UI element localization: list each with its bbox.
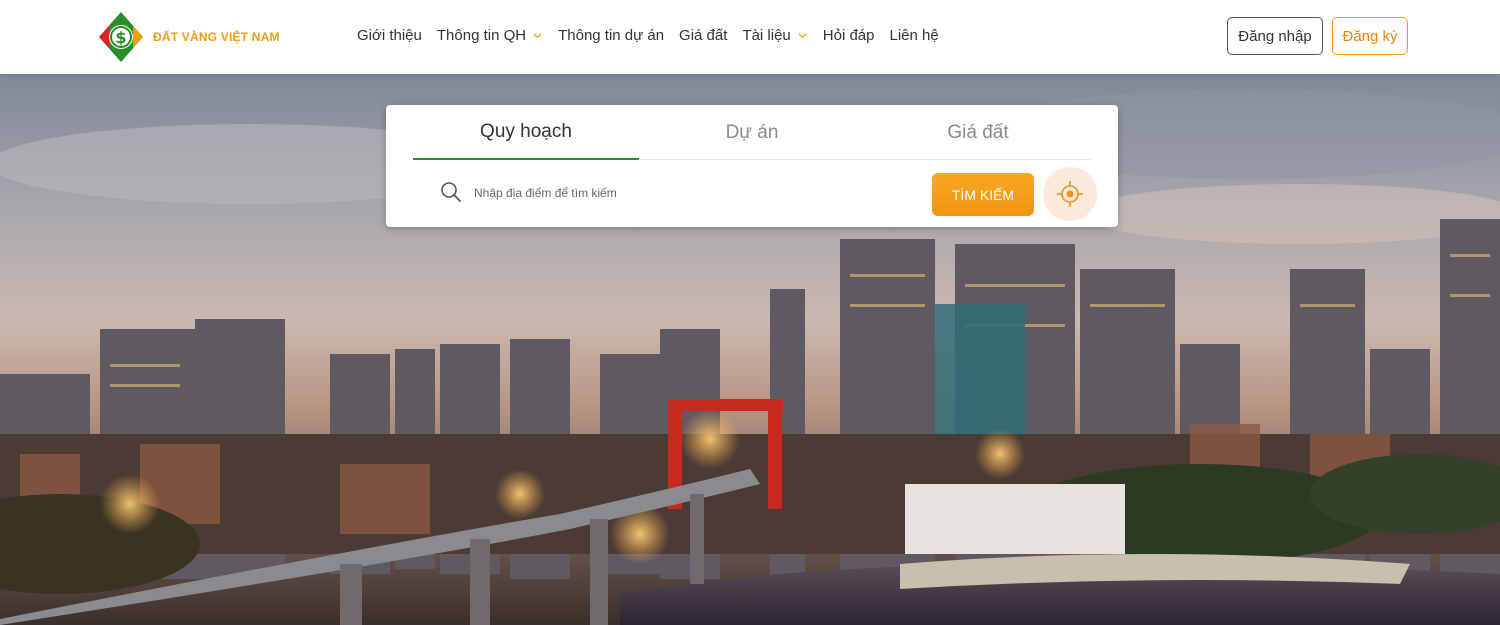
nav-item-thong-tin-qh[interactable]: Thông tin QH [437,27,543,44]
nav-item-lien-he[interactable]: Liên hệ [889,27,938,44]
chevron-down-icon [798,32,807,38]
nav-item-gia-dat[interactable]: Giá đất [679,27,727,44]
search-icon [441,182,461,202]
site-logo[interactable]: $ ĐẤT VÀNG VIỆT NAM [97,10,297,64]
search-panel: Quy hoạch Dự án Giá đất TÌM KIẾM [386,105,1118,227]
register-button[interactable]: Đăng ký [1332,17,1408,55]
search-tabs: Quy hoạch Dự án Giá đất [413,105,1091,160]
locate-button[interactable] [1043,167,1097,221]
nav-item-thong-tin-du-an[interactable]: Thông tin dự án [558,27,664,44]
main-nav: Giới thiệu Thông tin QH Thông tin dự án … [357,24,954,46]
nav-label: Liên hệ [889,26,939,44]
nav-label: Thông tin QH [436,26,527,44]
nav-label: Hỏi đáp [822,26,875,44]
tab-gia-dat[interactable]: Giá đất [865,105,1091,160]
brand-name: ĐẤT VÀNG VIỆT NAM [153,30,280,44]
nav-item-gioi-thieu[interactable]: Giới thiệu [357,27,422,44]
dollar-diamond-logo-icon: $ [97,11,145,63]
nav-label: Tài liệu [742,26,791,44]
login-button[interactable]: Đăng nhập [1227,17,1323,55]
svg-text:$: $ [115,28,126,47]
nav-label: Thông tin dự án [558,26,665,44]
site-header: $ ĐẤT VÀNG VIỆT NAM Giới thiệu Thông tin… [0,0,1500,74]
tab-du-an[interactable]: Dự án [639,105,865,160]
search-button[interactable]: TÌM KIẾM [932,173,1034,216]
nav-label: Giới thiệu [357,26,422,44]
search-input[interactable] [474,180,904,206]
nav-item-tai-lieu[interactable]: Tài liệu [742,27,807,44]
nav-item-hoi-dap[interactable]: Hỏi đáp [823,27,875,44]
tab-quy-hoach[interactable]: Quy hoạch [413,105,639,160]
chevron-down-icon [533,32,542,38]
nav-label: Giá đất [679,26,728,44]
locate-icon [1057,181,1083,207]
